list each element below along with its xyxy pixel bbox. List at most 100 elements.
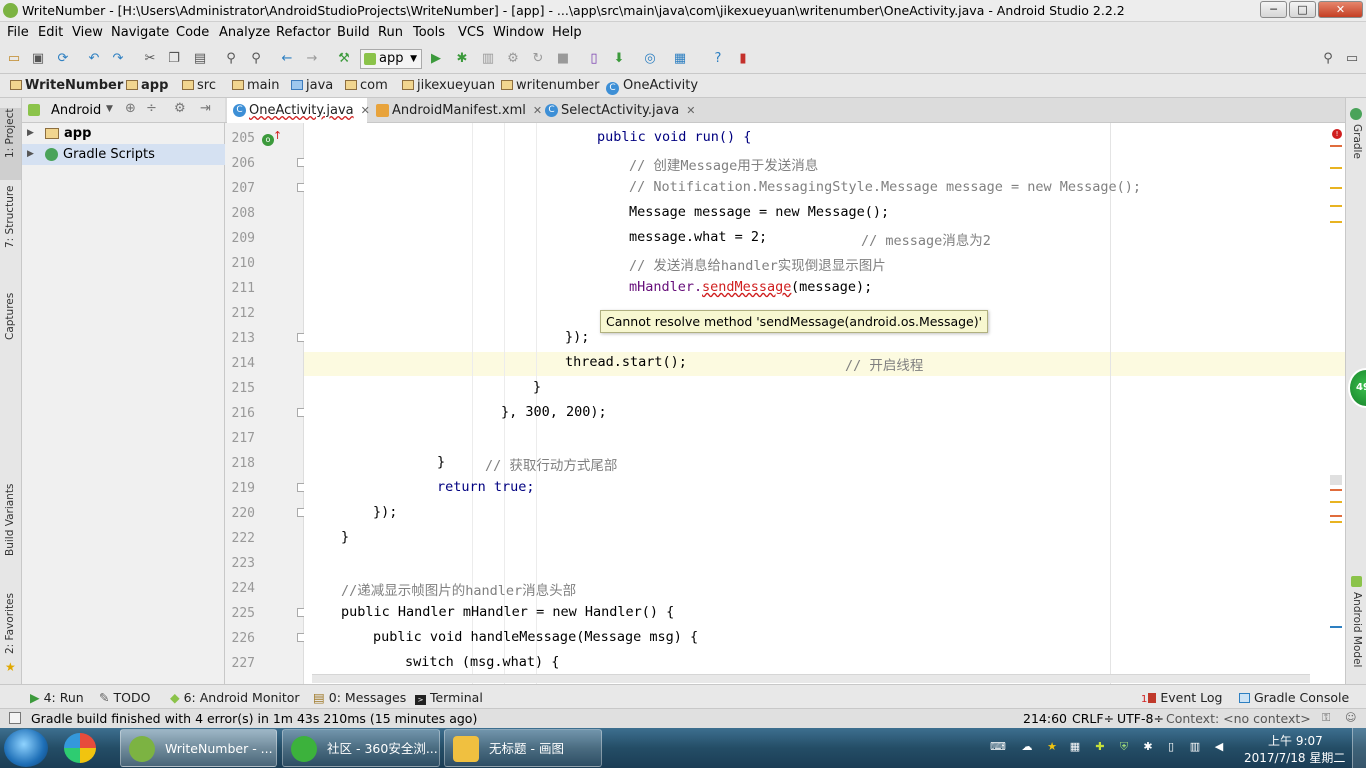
save-icon[interactable]: ▣: [30, 51, 46, 67]
task-android-studio[interactable]: WriteNumber - ...: [120, 729, 277, 767]
tab-selectactivity[interactable]: C SelectActivity.java ✕: [539, 98, 695, 123]
warning-stripe-marker[interactable]: [1330, 221, 1342, 223]
close-button[interactable]: ✕: [1318, 1, 1363, 18]
task-paint[interactable]: 无标题 - 画图: [444, 729, 602, 767]
caret-position[interactable]: 214:60: [1023, 711, 1067, 726]
tab-messages[interactable]: ▤ 0: Messages: [313, 690, 406, 705]
tab-build-variants[interactable]: Build Variants: [4, 484, 16, 556]
menu-run[interactable]: Run: [378, 25, 403, 40]
keyboard-icon[interactable]: ⌨: [990, 740, 1006, 754]
minimize-button[interactable]: ─: [1260, 1, 1287, 18]
scroll-thumb[interactable]: [1330, 475, 1342, 485]
project-view-select[interactable]: Android: [51, 103, 101, 118]
coverage-icon[interactable]: ▥: [480, 51, 496, 67]
breadcrumb-item[interactable]: jikexueyuan: [402, 78, 495, 93]
star-icon[interactable]: ★: [1045, 740, 1059, 754]
tab-gradle[interactable]: Gradle: [1351, 124, 1363, 159]
tab-captures[interactable]: Captures: [4, 293, 16, 340]
menu-view[interactable]: View: [72, 25, 103, 40]
avd-manager-icon[interactable]: ▯: [586, 51, 602, 67]
menu-code[interactable]: Code: [176, 25, 209, 40]
tab-terminal[interactable]: > Terminal: [415, 690, 483, 705]
inspector-icon[interactable]: ☺: [1345, 711, 1356, 724]
replace-icon[interactable]: ⚲: [248, 51, 264, 67]
shield-icon[interactable]: ⛨: [1117, 740, 1131, 754]
bluetooth-icon[interactable]: ✱: [1141, 740, 1155, 754]
lock-icon[interactable]: ⚿: [1322, 711, 1330, 725]
warning-stripe-marker[interactable]: [1330, 521, 1342, 523]
breadcrumb-item[interactable]: src: [182, 78, 216, 93]
close-tab-icon[interactable]: ✕: [686, 104, 695, 117]
breadcrumb-item[interactable]: WriteNumber: [10, 78, 123, 93]
search-everywhere-icon[interactable]: ⚲: [1320, 51, 1336, 67]
clock-time[interactable]: 上午 9:07: [1268, 732, 1323, 749]
maximize-button[interactable]: □: [1289, 1, 1316, 18]
error-indicator-icon[interactable]: !: [1332, 129, 1342, 139]
error-stripe-marker[interactable]: [1330, 489, 1342, 491]
show-desktop-button[interactable]: [1352, 728, 1366, 768]
start-button[interactable]: [4, 729, 48, 767]
tab-project[interactable]: 1: Project: [4, 109, 16, 158]
breadcrumb-item[interactable]: writenumber: [501, 78, 599, 93]
tab-android-monitor[interactable]: ◆ 6: Android Monitor: [170, 690, 300, 705]
paste-icon[interactable]: ▤: [192, 51, 208, 67]
make-project-icon[interactable]: ⚒: [336, 51, 352, 67]
collapse-all-icon[interactable]: ÷: [146, 101, 157, 116]
tab-androidmanifest[interactable]: AndroidManifest.xml ✕: [370, 98, 542, 123]
tab-run[interactable]: ▶ 4: Run: [30, 690, 84, 705]
warning-stripe-marker[interactable]: [1330, 187, 1342, 189]
menu-build[interactable]: Build: [337, 25, 370, 40]
copy-icon[interactable]: ❐: [166, 51, 182, 67]
breadcrumb-item[interactable]: java: [291, 78, 333, 93]
menu-refactor[interactable]: Refactor: [276, 25, 331, 40]
breadcrumb-item[interactable]: app: [126, 78, 168, 93]
info-stripe-marker[interactable]: [1330, 626, 1342, 628]
menu-navigate[interactable]: Navigate: [111, 25, 169, 40]
status-message[interactable]: Gradle build finished with 4 error(s) in…: [31, 711, 477, 726]
tree-item-app[interactable]: ▶ app: [22, 123, 225, 144]
run-icon[interactable]: ▶: [428, 51, 444, 67]
project-structure-icon[interactable]: ▦: [672, 51, 688, 67]
help-icon[interactable]: ?: [710, 51, 726, 67]
task-360-browser[interactable]: 社区 - 360安全浏...: [282, 729, 440, 767]
cloud-icon[interactable]: ☁: [1020, 740, 1034, 754]
cut-icon[interactable]: ✂: [142, 51, 158, 67]
sync-icon[interactable]: ⟳: [55, 51, 71, 67]
menu-edit[interactable]: Edit: [38, 25, 63, 40]
tab-android-model[interactable]: Android Model: [1351, 592, 1363, 667]
chevron-down-icon[interactable]: ▼: [106, 104, 113, 114]
breadcrumb-item[interactable]: com: [345, 78, 388, 93]
breadcrumb-item[interactable]: C OneActivity: [606, 78, 698, 95]
warning-stripe-marker[interactable]: [1330, 167, 1342, 169]
toggle-tool-windows-icon[interactable]: [9, 712, 21, 724]
volume-icon[interactable]: ◀: [1212, 740, 1226, 754]
android-device-monitor-icon[interactable]: ▮: [735, 51, 751, 67]
settings-icon[interactable]: ▭: [1344, 51, 1360, 67]
expand-arrow-icon[interactable]: ▶: [27, 144, 34, 165]
debug-icon[interactable]: ✱: [454, 51, 470, 67]
warning-stripe-marker[interactable]: [1330, 501, 1342, 503]
tree-item-gradle-scripts[interactable]: ▶ Gradle Scripts: [22, 144, 225, 165]
code-editor[interactable]: public void run() { // 创建Message用于发送消息 /…: [304, 123, 1345, 684]
file-encoding[interactable]: UTF-8÷: [1117, 711, 1164, 726]
hide-icon[interactable]: ⇥: [200, 101, 211, 116]
error-stripe-marker[interactable]: [1330, 145, 1342, 147]
menu-tools[interactable]: Tools: [413, 25, 445, 40]
horizontal-scrollbar[interactable]: [312, 674, 1310, 683]
menu-file[interactable]: File: [7, 25, 29, 40]
run-config-select[interactable]: app ▼: [360, 49, 422, 69]
back-icon[interactable]: ←: [279, 51, 295, 67]
redo-icon[interactable]: ↷: [110, 51, 126, 67]
stop-icon[interactable]: ■: [555, 51, 571, 67]
usb-icon[interactable]: ▯: [1164, 740, 1178, 754]
breadcrumb-item[interactable]: main: [232, 78, 279, 93]
profile-icon[interactable]: ⚙: [505, 51, 521, 67]
warning-stripe-marker[interactable]: [1330, 205, 1342, 207]
apply-changes-icon[interactable]: ↻: [530, 51, 546, 67]
unresolved-method[interactable]: sendMessage: [702, 279, 791, 295]
tab-structure[interactable]: 7: Structure: [4, 186, 16, 248]
expand-arrow-icon[interactable]: ▶: [27, 123, 34, 144]
undo-icon[interactable]: ↶: [86, 51, 102, 67]
menu-help[interactable]: Help: [552, 25, 582, 40]
sync-scroll-icon[interactable]: ⊕: [125, 101, 136, 116]
